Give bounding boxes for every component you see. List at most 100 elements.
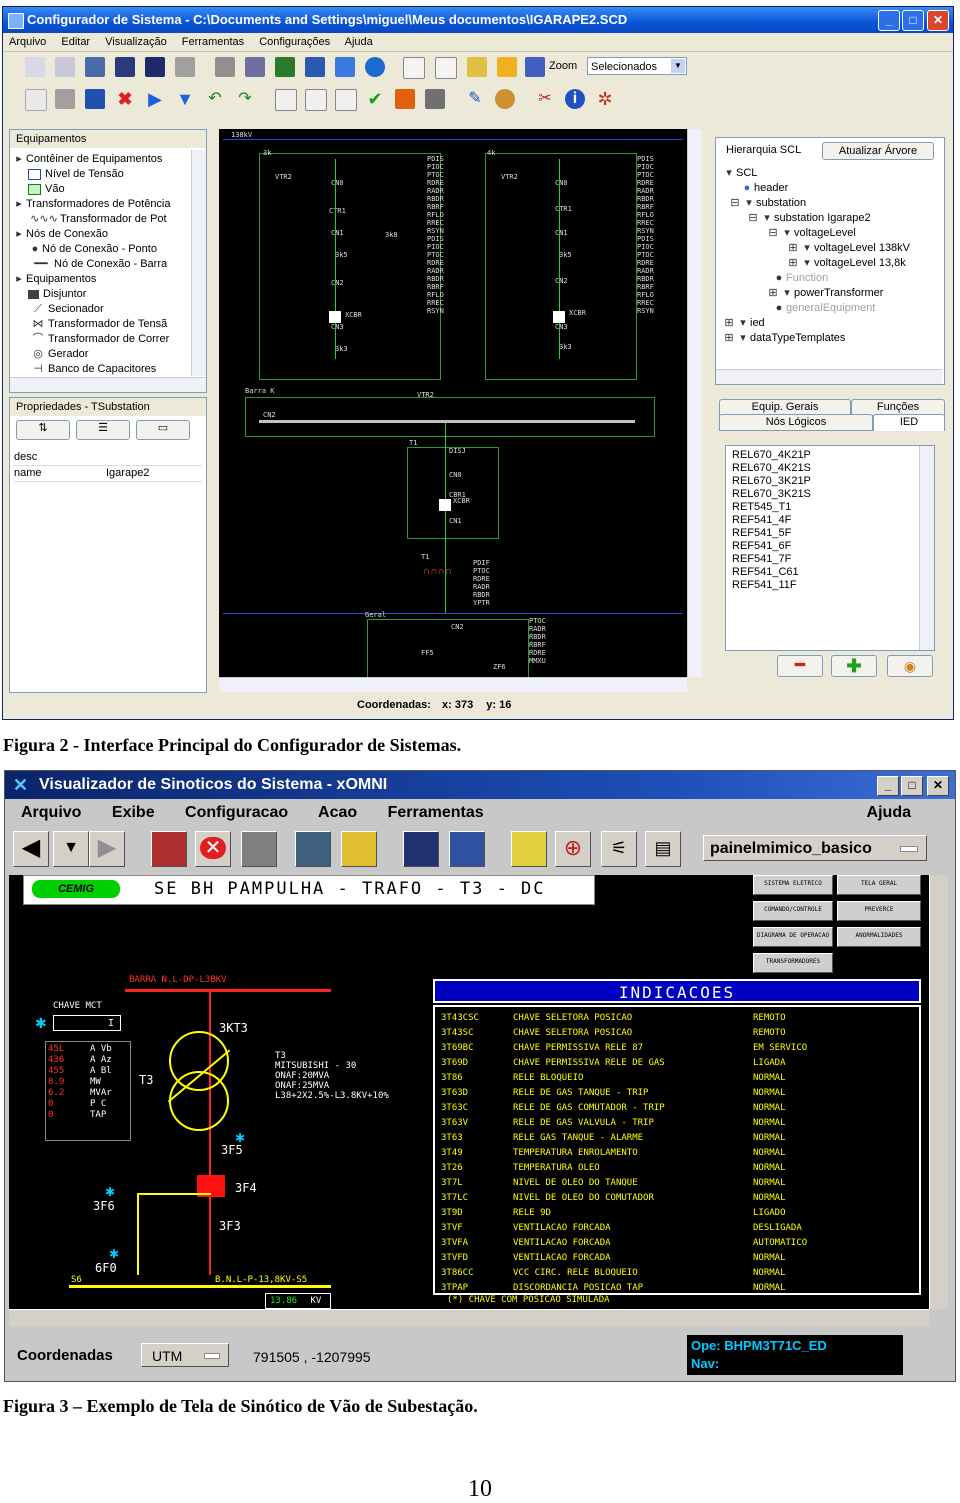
printer-icon[interactable]: ▤: [645, 831, 681, 867]
satellite-icon[interactable]: ⚟: [601, 831, 637, 867]
image-icon[interactable]: [85, 57, 105, 77]
tree-item[interactable]: ⟋ Secionador: [12, 302, 204, 317]
property-row[interactable]: name Igarape2: [14, 466, 202, 482]
tree-item[interactable]: Nível de Tensão: [12, 167, 204, 182]
ied-item[interactable]: RET545_T1: [732, 501, 928, 514]
ied-item[interactable]: REL670_3K21P: [732, 475, 928, 488]
indicacao-row[interactable]: 3TVFD VENTILACAO FORCADA NORMAL: [441, 1251, 913, 1266]
breaker-icon[interactable]: [439, 499, 451, 511]
select-handle-icon[interactable]: [900, 846, 918, 852]
menu-configuracoes[interactable]: Configurações: [259, 36, 330, 48]
note-icon[interactable]: [511, 831, 547, 867]
diagram-canvas[interactable]: 138kV 3k VTR2 CN0 CTR1 CN1 CN2 XCBR CN3 …: [219, 129, 687, 681]
undo-icon[interactable]: ↶: [205, 89, 225, 109]
indicacao-row[interactable]: 3T26 TEMPERATURA OLEO NORMAL: [441, 1161, 913, 1176]
ied-item[interactable]: REL670_4K21S: [732, 462, 928, 475]
coord-system-select[interactable]: UTM: [141, 1343, 229, 1367]
menu-editar[interactable]: Editar: [61, 36, 90, 48]
indicacao-row[interactable]: 3T7LC NIVEL DE OLEO DO COMUTADOR NORMAL: [441, 1191, 913, 1206]
chave-value[interactable]: I: [53, 1015, 121, 1031]
menu-configuracao[interactable]: Configuracao: [185, 804, 288, 821]
expand-icon[interactable]: ▸: [12, 227, 26, 242]
scrollbar-horizontal[interactable]: [10, 377, 206, 392]
maximize-icon[interactable]: □: [901, 776, 923, 796]
tree-item[interactable]: ⊟ ▾ voltageLevel: [722, 226, 910, 241]
property-row[interactable]: desc: [14, 450, 202, 466]
zoom-icon[interactable]: [525, 57, 545, 77]
scrollbar-vertical[interactable]: [191, 150, 206, 376]
sort-az-button[interactable]: ⇅: [16, 420, 70, 440]
tree-item[interactable]: ⊟ ▾ substation Igarape2: [722, 211, 910, 226]
breaker-icon[interactable]: [329, 311, 341, 323]
chart-icon[interactable]: [295, 831, 331, 867]
tree-item[interactable]: Disjuntor: [12, 287, 204, 302]
minimize-icon[interactable]: _: [878, 10, 900, 31]
copy-icon[interactable]: [85, 89, 105, 109]
remove-button[interactable]: ━: [777, 655, 823, 677]
tree-item[interactable]: ● Nó de Conexão - Ponto: [12, 242, 204, 257]
ied-item[interactable]: REF541_11F: [732, 579, 928, 592]
ied-item[interactable]: REL670_3K21S: [732, 488, 928, 501]
menu-ajuda[interactable]: Ajuda: [345, 36, 373, 48]
forward-icon[interactable]: ▶: [89, 831, 125, 867]
scrollbar-vertical[interactable]: [919, 446, 934, 650]
export-icon[interactable]: [305, 57, 325, 77]
synoptic-screen[interactable]: CEMIG SE BH PAMPULHA - TRAFO - T3 - DC S…: [9, 875, 929, 1309]
nav-diagrama-operacao[interactable]: DIAGRAMA DE OPERACAO: [753, 927, 833, 947]
indicacao-row[interactable]: 3T63C RELE DE GAS COMUTADOR - TRIP NORMAL: [441, 1101, 913, 1116]
add-button[interactable]: ✚: [831, 655, 877, 677]
tag-icon[interactable]: [335, 57, 355, 77]
indicacao-row[interactable]: 3T49 TEMPERATURA ENROLAMENTO NORMAL: [441, 1146, 913, 1161]
tree-item[interactable]: ▾ SCL: [722, 166, 910, 181]
tree-item[interactable]: ⊞ ▾ ied: [722, 316, 910, 331]
painel-select[interactable]: painelmimico_basico: [703, 835, 927, 861]
tree-item[interactable]: ● generalEquipment: [722, 301, 910, 316]
indicacao-row[interactable]: 3T86CC VCC CIRC. RELE BLOQUEIO NORMAL: [441, 1266, 913, 1281]
info-icon[interactable]: i: [565, 89, 585, 109]
diagram-scrollbar-vertical[interactable]: [687, 129, 702, 677]
barra-k[interactable]: [245, 397, 655, 437]
list-icon[interactable]: [435, 57, 457, 79]
nav-preverce[interactable]: PREVERCE: [837, 901, 921, 921]
database-icon[interactable]: [245, 57, 265, 77]
menu-arquivo[interactable]: Arquivo: [9, 36, 46, 48]
tree-item[interactable]: ⊞ ▾ powerTransformer: [722, 286, 910, 301]
tree-item[interactable]: ⊞ ▾ voltageLevel 13,8k: [722, 256, 910, 271]
menu-ferramentas[interactable]: Ferramentas: [182, 36, 244, 48]
down-icon[interactable]: ▼: [175, 89, 195, 109]
atualizar-arvore-button[interactable]: Atualizar Árvore: [822, 142, 934, 160]
settings-icon[interactable]: [215, 57, 235, 77]
indicacao-row[interactable]: 3TVF VENTILACAO FORCADA DESLIGADA: [441, 1221, 913, 1236]
grid-icon[interactable]: [275, 89, 297, 111]
target-icon[interactable]: ⊕: [555, 831, 591, 867]
document-icon[interactable]: [335, 89, 357, 111]
ied-item[interactable]: REF541_6F: [732, 540, 928, 553]
chevron-down-icon[interactable]: ▼: [671, 59, 685, 73]
property-pages-button[interactable]: ▭: [136, 420, 190, 440]
forward-icon[interactable]: ▶: [145, 89, 165, 109]
indicacao-row[interactable]: 3T43CSC CHAVE SELETORA POSICAO REMOTO: [441, 1011, 913, 1026]
delete-icon[interactable]: ✖: [115, 89, 135, 109]
zoom-select[interactable]: Selecionados ▼: [587, 57, 687, 75]
ied-item[interactable]: REF541_4F: [732, 514, 928, 527]
scrollbar-horizontal[interactable]: [716, 369, 942, 384]
indicacao-row[interactable]: 3TVFA VENTILACAO FORCADA AUTOMATICO: [441, 1236, 913, 1251]
select-handle-icon[interactable]: [204, 1353, 220, 1359]
ied-item[interactable]: REF541_C61: [732, 566, 928, 579]
minimize-icon[interactable]: _: [877, 776, 899, 796]
refresh-icon[interactable]: [365, 57, 385, 77]
lock-icon[interactable]: [425, 89, 445, 109]
screen-icon[interactable]: [151, 831, 187, 867]
gear-icon[interactable]: ✲: [595, 89, 615, 109]
tree-item[interactable]: ▸ Transformadores de Potência: [12, 197, 204, 212]
tree-item[interactable]: ● header: [722, 181, 910, 196]
highlight-icon[interactable]: [467, 57, 487, 77]
scrollbar-horizontal[interactable]: [9, 1309, 929, 1326]
pencil-icon[interactable]: ✎: [465, 89, 485, 109]
tree-item[interactable]: ⊞ ▾ voltageLevel 138kV: [722, 241, 910, 256]
redo-icon[interactable]: ↷: [235, 89, 255, 109]
tree-item[interactable]: ◎ Gerador: [12, 347, 204, 362]
menu-exibe[interactable]: Exibe: [112, 804, 155, 821]
exit-icon[interactable]: [241, 831, 277, 867]
nav-sistema-eletrico[interactable]: SISTEMA ELETRICO: [753, 875, 833, 895]
